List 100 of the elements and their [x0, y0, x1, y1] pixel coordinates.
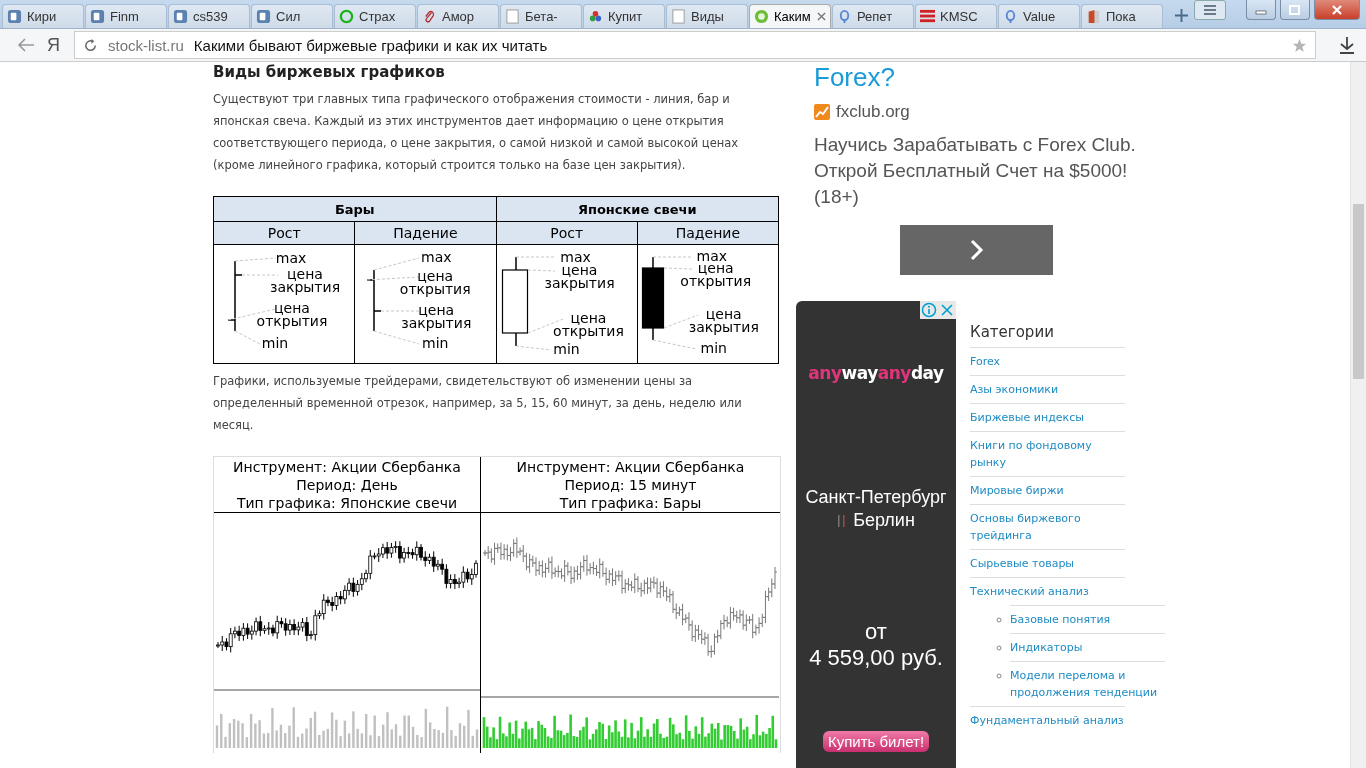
column-header: Рост	[496, 221, 638, 245]
chart-caption: Период: День	[296, 475, 398, 494]
category-link[interactable]: Книги по фондовому рынку	[970, 431, 1125, 476]
browser-tab[interactable]: Finm	[85, 4, 167, 28]
browser-tab[interactable]: Виды	[666, 4, 748, 28]
category-link[interactable]: Модели перелома и продолжения тенденции	[1010, 661, 1165, 706]
bullet-icon	[996, 673, 1002, 679]
category-link[interactable]: Forex	[970, 347, 1125, 375]
browser-tab[interactable]: Бета-	[500, 4, 582, 28]
maximize-icon	[1289, 4, 1301, 15]
separator-icon	[837, 513, 848, 528]
logo-part: day	[910, 363, 944, 383]
diagram-label: min	[700, 342, 727, 355]
leader-line	[515, 345, 551, 351]
page-title: Какими бывают биржевые графики и как их читать	[193, 36, 548, 54]
ad-source[interactable]: fxclub.org	[836, 102, 910, 122]
browser-logo[interactable]: Я	[47, 34, 60, 56]
category-link[interactable]: Технический анализ	[970, 577, 1125, 605]
chart-caption: Тип графика: Бары	[559, 493, 702, 512]
site-icon	[7, 9, 22, 24]
page-icon	[671, 9, 686, 24]
browser-tab[interactable]: Страх	[334, 4, 416, 28]
price-bar-drawing	[366, 269, 382, 332]
leader-line	[527, 269, 555, 272]
chevron-icon	[969, 239, 984, 261]
new-tab-icon[interactable]	[1174, 8, 1189, 23]
browser-tab[interactable]: Кири	[2, 4, 84, 28]
browser-tab[interactable]: Сил	[251, 4, 333, 28]
price-bar-drawing	[227, 260, 243, 332]
pin-icon	[837, 9, 852, 24]
logo-part: way	[841, 363, 878, 383]
pin-icon	[1003, 9, 1018, 24]
ticket-price: 4 559,00 руб.	[809, 645, 943, 671]
download-icon[interactable]	[1338, 36, 1356, 54]
star-icon[interactable]	[1292, 37, 1307, 53]
logo-part: any	[877, 363, 911, 383]
diagram-label: цена открытия	[256, 302, 328, 328]
ad-text[interactable]: Научись Зарабатывать с Forex Club. Открой Бесплатный Счет на $5000! (18+)	[814, 132, 1144, 210]
price-prefix: от	[865, 619, 887, 645]
reload-icon[interactable]	[83, 37, 98, 53]
column-header: Падение	[354, 221, 496, 245]
article-paragraph: Существуют три главных типа графического отображения стоимости - линия, бар и японская свеча. Каждый из этих инструментов дает информацию о цене открытия соответствующего периода, о цене закрытия, о самой низкой и самой высокой ценах (кроме линейного графика, который строится только на базе цен закрытия).	[213, 91, 740, 174]
diagram-label: max	[696, 250, 727, 263]
category-link[interactable]: Сырьевые товары	[970, 549, 1125, 577]
close-icon[interactable]	[817, 12, 826, 21]
category-link[interactable]: Мировые биржи	[970, 476, 1125, 504]
ad-banner[interactable]: anywayanyday Санкт-Петербург Берлин от 4 559,00 руб. Купить билет!	[796, 301, 956, 768]
close-icon[interactable]	[939, 302, 955, 318]
paperclip-icon	[422, 9, 437, 24]
browser-tab[interactable]: Пока	[1081, 4, 1163, 28]
browser-tab[interactable]: Каким	[749, 4, 831, 28]
diagram-label: max	[421, 251, 452, 264]
chart-caption: Тип графика: Японские свечи	[236, 493, 458, 512]
leader-line	[652, 339, 697, 350]
maximize-button[interactable]	[1280, 0, 1310, 20]
buy-ticket-button[interactable]: Купить билет!	[822, 731, 930, 752]
leader-line	[366, 276, 420, 281]
browser-tab[interactable]: Амор	[417, 4, 499, 28]
browser-tab[interactable]: Репет	[832, 4, 914, 28]
chart-caption: Период: 15 минут	[564, 475, 697, 494]
scrollbar-thumb[interactable]	[1353, 204, 1364, 379]
diagram-label: цена закрытия	[269, 268, 341, 294]
category-link[interactable]: Основы биржевого трейдинга	[970, 504, 1125, 549]
menu-button[interactable]	[1194, 0, 1226, 20]
leader-line	[234, 257, 277, 262]
diagram-label: max	[560, 251, 591, 264]
site-icon	[256, 9, 271, 24]
minimize-button[interactable]	[1246, 0, 1276, 20]
close-button[interactable]	[1314, 0, 1360, 20]
browser-tab[interactable]: cs539	[168, 4, 250, 28]
category-link[interactable]: Биржевые индексы	[970, 403, 1125, 431]
info-icon[interactable]	[921, 302, 937, 318]
column-header: Падение	[637, 221, 779, 245]
browser-tab[interactable]: Купит	[583, 4, 665, 28]
departure-city: Санкт-Петербург	[805, 487, 947, 508]
category-link[interactable]: Фундаментальный анализ	[970, 706, 1125, 734]
diagram-label: цена закрытия	[401, 304, 472, 330]
leader-line	[373, 257, 420, 271]
category-link[interactable]: Азы экономики	[970, 375, 1125, 403]
diagram-label: цена открытия	[399, 270, 471, 296]
diagram-label: min	[553, 343, 580, 356]
browser-tab[interactable]: KMSC	[915, 4, 997, 28]
address-field[interactable]: stock-list.ru Какими бывают биржевые графики и как их читать	[74, 31, 1316, 59]
table-header: Бары	[213, 196, 496, 222]
table-header: Японские свечи	[496, 196, 779, 222]
back-icon[interactable]	[17, 38, 35, 52]
category-link[interactable]: Индикаторы	[1010, 633, 1165, 661]
diagram-label: цена закрытия	[688, 308, 759, 334]
logo-part: any	[808, 363, 842, 383]
article-heading: Виды биржевых графиков	[213, 62, 446, 82]
chart-caption: Инструмент: Акции Сбербанка	[516, 457, 745, 476]
category-link[interactable]: Базовые понятия	[1010, 605, 1165, 633]
leader-line	[373, 330, 420, 345]
scrollbar[interactable]	[1350, 62, 1366, 768]
stripes-icon	[920, 9, 935, 24]
browser-tab[interactable]: Value	[998, 4, 1080, 28]
coin-icon	[754, 9, 769, 24]
chart-caption: Инструмент: Акции Сбербанка	[233, 457, 461, 476]
diagram-label: max	[275, 252, 307, 265]
chart-icon	[814, 104, 830, 120]
